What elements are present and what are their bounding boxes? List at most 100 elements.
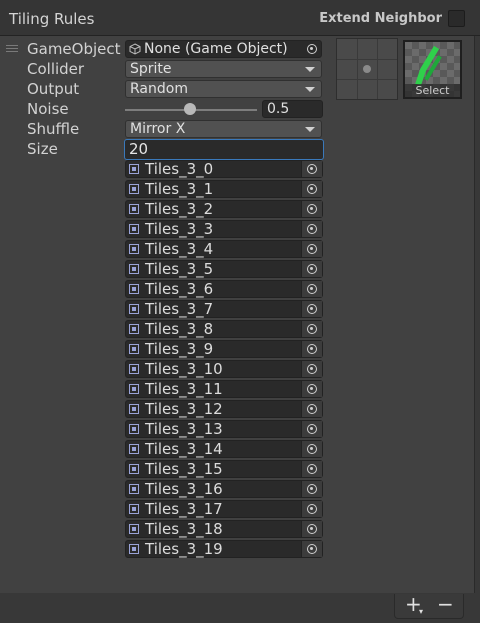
sprite-field[interactable]: Tiles_3_5 (125, 260, 323, 278)
sprite-icon (129, 184, 139, 194)
sprite-name: Tiles_3_14 (145, 440, 223, 458)
shuffle-dropdown[interactable]: Mirror X (125, 120, 322, 138)
sprite-field[interactable]: Tiles_3_19 (125, 540, 323, 558)
sprite-icon (129, 524, 139, 534)
sprite-icon (129, 424, 139, 434)
target-icon (307, 344, 317, 354)
chevron-down-icon (305, 87, 315, 92)
sprite-name: Tiles_3_18 (145, 520, 223, 538)
sprite-name: Tiles_3_3 (145, 220, 214, 238)
object-picker-button[interactable] (301, 201, 322, 217)
output-value: Random (130, 81, 188, 97)
sprite-field[interactable]: Tiles_3_7 (125, 300, 323, 318)
sprite-icon (129, 244, 139, 254)
sprite-name: Tiles_3_17 (145, 500, 223, 518)
sprite-icon (129, 484, 139, 494)
sprite-field[interactable]: Tiles_3_8 (125, 320, 323, 338)
object-picker-button[interactable] (301, 481, 322, 497)
tiling-rules-header: Tiling Rules Extend Neighbor (0, 0, 480, 36)
neighbor-grid[interactable] (336, 38, 398, 100)
object-picker-button[interactable] (301, 161, 322, 177)
collider-label: Collider (27, 60, 85, 78)
object-picker-button[interactable] (301, 181, 322, 197)
sprite-icon (129, 224, 139, 234)
object-picker-button[interactable] (303, 41, 321, 57)
sprite-field[interactable]: Tiles_3_6 (125, 280, 323, 298)
sprite-field[interactable]: Tiles_3_11 (125, 380, 323, 398)
sprite-field[interactable]: Tiles_3_17 (125, 500, 323, 518)
sprite-icon (129, 304, 139, 314)
sprite-preview[interactable]: Select (403, 40, 462, 99)
sprite-field[interactable]: Tiles_3_9 (125, 340, 323, 358)
object-picker-button[interactable] (301, 221, 322, 237)
sprite-name: Tiles_3_5 (145, 260, 214, 278)
center-dot-icon (363, 65, 371, 73)
drag-handle-icon[interactable] (6, 45, 18, 53)
gameobject-label: GameObject (27, 40, 121, 58)
remove-rule-button[interactable]: − (437, 592, 454, 616)
object-picker-button[interactable] (301, 301, 322, 317)
size-input[interactable]: 20 (124, 139, 324, 160)
noise-label: Noise (27, 100, 69, 118)
target-icon (307, 184, 317, 194)
sprite-field[interactable]: Tiles_3_10 (125, 360, 323, 378)
sprite-field[interactable]: Tiles_3_18 (125, 520, 323, 538)
sprite-field[interactable]: Tiles_3_0 (125, 160, 323, 178)
sprite-field[interactable]: Tiles_3_15 (125, 460, 323, 478)
object-picker-button[interactable] (301, 521, 322, 537)
output-dropdown[interactable]: Random (125, 80, 322, 98)
gameobject-value: None (Game Object) (144, 41, 288, 57)
noise-slider-thumb[interactable] (184, 103, 196, 115)
gameobject-field[interactable]: None (Game Object) (125, 40, 322, 58)
sprite-icon (129, 264, 139, 274)
object-picker-button[interactable] (301, 281, 322, 297)
object-picker-button[interactable] (301, 501, 322, 517)
sprite-name: Tiles_3_2 (145, 200, 214, 218)
target-icon (307, 464, 317, 474)
sprite-name: Tiles_3_9 (145, 340, 214, 358)
sprite-field[interactable]: Tiles_3_2 (125, 200, 323, 218)
sprite-name: Tiles_3_7 (145, 300, 214, 318)
target-icon (307, 524, 317, 534)
target-icon (307, 224, 317, 234)
add-rule-button[interactable]: + ▾ (405, 592, 423, 616)
sprite-name: Tiles_3_8 (145, 320, 214, 338)
sprite-icon (129, 384, 139, 394)
object-picker-button[interactable] (301, 401, 322, 417)
target-icon (307, 484, 317, 494)
object-picker-button[interactable] (301, 341, 322, 357)
object-picker-button[interactable] (301, 321, 322, 337)
object-picker-button[interactable] (301, 461, 322, 477)
sprite-icon (129, 344, 139, 354)
noise-value-field[interactable]: 0.5 (262, 100, 323, 118)
object-picker-button[interactable] (301, 241, 322, 257)
sprite-field[interactable]: Tiles_3_13 (125, 420, 323, 438)
sprite-name: Tiles_3_10 (145, 360, 223, 378)
extend-neighbor-checkbox[interactable] (448, 10, 465, 27)
sprite-field[interactable]: Tiles_3_14 (125, 440, 323, 458)
object-picker-button[interactable] (301, 361, 322, 377)
object-picker-button[interactable] (301, 261, 322, 277)
target-icon (307, 384, 317, 394)
sprite-field[interactable]: Tiles_3_12 (125, 400, 323, 418)
select-button[interactable]: Select (405, 84, 460, 97)
header-title: Tiling Rules (9, 10, 95, 28)
object-picker-button[interactable] (301, 541, 322, 557)
collider-dropdown[interactable]: Sprite (125, 60, 322, 78)
object-picker-button[interactable] (301, 421, 322, 437)
object-picker-button[interactable] (301, 381, 322, 397)
sprite-icon (129, 284, 139, 294)
target-icon (307, 244, 317, 254)
sprite-field[interactable]: Tiles_3_4 (125, 240, 323, 258)
sprite-icon (129, 504, 139, 514)
sprite-icon (129, 444, 139, 454)
sprite-icon (129, 364, 139, 374)
sprite-icon (129, 464, 139, 474)
sprite-field[interactable]: Tiles_3_16 (125, 480, 323, 498)
shuffle-value: Mirror X (130, 121, 186, 137)
sprite-field[interactable]: Tiles_3_1 (125, 180, 323, 198)
sprite-icon (129, 164, 139, 174)
object-picker-button[interactable] (301, 441, 322, 457)
sprite-name: Tiles_3_6 (145, 280, 214, 298)
sprite-field[interactable]: Tiles_3_3 (125, 220, 323, 238)
